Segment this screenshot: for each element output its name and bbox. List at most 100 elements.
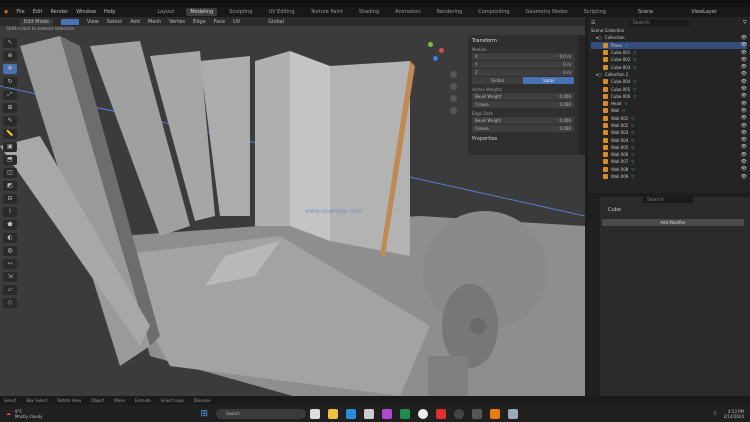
scene-selector[interactable]: Scene <box>638 9 653 15</box>
list-item[interactable]: Cube.005 ▽ 👁 <box>591 85 747 92</box>
menu-help[interactable]: Help <box>104 9 115 15</box>
mode-selector[interactable]: Edit Mode <box>20 18 53 25</box>
tab-animation[interactable]: Animation <box>391 8 425 16</box>
visibility-icon[interactable]: 👁 <box>741 35 747 41</box>
list-item[interactable]: Wall.006 ▽ 👁 <box>591 151 747 158</box>
tab-shading[interactable]: Shading <box>355 8 383 16</box>
taskbar-search[interactable]: Search <box>216 408 307 419</box>
visibility-icon[interactable]: 👁 <box>741 64 747 70</box>
modifier-icon[interactable]: ▽ <box>622 108 625 113</box>
chrome-icon[interactable] <box>418 408 429 419</box>
menu-mesh[interactable]: Mesh <box>148 19 161 25</box>
list-item[interactable]: Wall.002 ▽ 👁 <box>591 122 747 129</box>
modifier-icon[interactable]: ▽ <box>633 79 636 84</box>
visibility-icon[interactable]: 👁 <box>741 108 747 114</box>
menu-vertex[interactable]: Vertex <box>169 19 185 25</box>
tab-scripting[interactable]: Scripting <box>580 8 610 16</box>
extrude-tool-icon[interactable]: ⬒ <box>3 155 17 165</box>
wifi-icon[interactable]: ⌔ <box>713 411 718 417</box>
modifier-icon[interactable]: ▽ <box>631 152 634 157</box>
youtube-icon[interactable] <box>436 408 447 419</box>
notepad-icon[interactable] <box>508 408 519 419</box>
tab-sculpting[interactable]: Sculpting <box>225 8 256 16</box>
visibility-icon[interactable]: 👁 <box>741 86 747 92</box>
visibility-icon[interactable]: 👁 <box>741 166 747 172</box>
scale-tool-icon[interactable]: ⤢ <box>3 90 17 100</box>
modifier-icon[interactable]: ▽ <box>631 130 634 135</box>
properties-header[interactable]: Properties <box>472 136 574 142</box>
list-item[interactable]: Wall.003 ▽ 👁 <box>591 129 747 136</box>
edge-crease-field[interactable]: Crease 0.000 <box>472 125 574 132</box>
y-field[interactable]: Y 0 m <box>472 61 574 68</box>
visibility-icon[interactable]: 👁 <box>741 137 747 143</box>
visibility-icon[interactable]: 👁 <box>741 50 747 56</box>
menu-select[interactable]: Select <box>107 19 122 25</box>
start-icon[interactable]: ⊞ <box>201 409 209 419</box>
transform-tool-icon[interactable]: ⊞ <box>3 103 17 113</box>
annotate-tool-icon[interactable]: ✎ <box>3 116 17 126</box>
camera-icon[interactable] <box>450 95 457 102</box>
collection-row[interactable]: ▾▢ Collection 2 👁 <box>591 71 747 78</box>
list-item[interactable]: Cube.002 ▽ 👁 <box>591 56 747 63</box>
list-item[interactable]: Wall.005 ▽ 👁 <box>591 144 747 151</box>
obs-icon[interactable] <box>454 408 465 419</box>
excel-icon[interactable] <box>400 408 411 419</box>
properties-search[interactable]: Search <box>643 197 693 203</box>
visibility-icon[interactable]: 👁 <box>741 174 747 180</box>
bevel-weight-field[interactable]: Bevel Weight 0.000 <box>472 93 574 100</box>
edge-slide-tool-icon[interactable]: ⇿ <box>3 259 17 269</box>
knife-tool-icon[interactable]: ⌇ <box>3 207 17 217</box>
z-field[interactable]: Z 0 m <box>472 69 574 76</box>
list-item[interactable]: Cube.003 ▽ 👁 <box>591 63 747 70</box>
tab-layout[interactable]: Layout <box>153 8 178 16</box>
task-view-icon[interactable] <box>310 408 321 419</box>
menu-render[interactable]: Render <box>50 9 68 15</box>
outliner-search[interactable]: Search <box>629 20 690 26</box>
list-item[interactable]: Wall.001 ▽ 👁 <box>591 115 747 122</box>
menu-view[interactable]: View <box>87 19 99 25</box>
list-item[interactable]: Cube.001 ▽ 👁 <box>591 49 747 56</box>
cursor-tool-icon[interactable]: ⊕ <box>3 51 17 61</box>
edge-bevel-field[interactable]: Bevel Weight 0.000 <box>472 117 574 124</box>
tab-compositing[interactable]: Compositing <box>474 8 513 16</box>
loop-cut-tool-icon[interactable]: ⊟ <box>3 194 17 204</box>
sidebar-tabs[interactable] <box>578 35 585 155</box>
add-cube-tool-icon[interactable]: ▣ <box>3 142 17 152</box>
move-tool-icon[interactable]: ✥ <box>3 64 17 74</box>
clock-date[interactable]: 2/14/2024 <box>723 414 744 419</box>
list-item[interactable]: Cube.006 ▽ 👁 <box>591 93 747 100</box>
pan-hand-icon[interactable] <box>450 83 457 90</box>
list-item[interactable]: Wall.009 ▽ 👁 <box>591 173 747 180</box>
menu-window[interactable]: Window <box>76 9 96 15</box>
menu-uv[interactable]: UV <box>233 19 240 25</box>
menu-add[interactable]: Add <box>130 19 140 25</box>
store-icon[interactable] <box>364 408 375 419</box>
orientation-selector[interactable]: Global <box>268 19 284 25</box>
grid-icon[interactable] <box>450 107 457 114</box>
list-item[interactable]: Wall.007 ▽ 👁 <box>591 158 747 165</box>
global-button[interactable]: Global <box>472 77 523 84</box>
menu-face[interactable]: Face <box>214 19 225 25</box>
visibility-icon[interactable]: 👁 <box>741 123 747 129</box>
modifier-icon[interactable]: ▽ <box>633 50 636 55</box>
bevel-tool-icon[interactable]: ◩ <box>3 181 17 191</box>
modifier-icon[interactable]: ▽ <box>631 145 634 150</box>
crease-field[interactable]: Crease 0.000 <box>472 101 574 108</box>
x-axis-icon[interactable] <box>439 48 444 53</box>
add-modifier-button[interactable]: Add Modifier <box>602 219 744 226</box>
modifier-icon[interactable]: ▽ <box>631 174 634 179</box>
menu-edit[interactable]: Edit <box>33 9 43 15</box>
menu-file[interactable]: File <box>16 9 24 15</box>
transform-header[interactable]: Transform <box>472 38 574 44</box>
tab-geometry-nodes[interactable]: Geometry Nodes <box>522 8 572 16</box>
shrink-tool-icon[interactable]: ⇲ <box>3 272 17 282</box>
x-field[interactable]: X 0.0 m <box>472 53 574 60</box>
z-axis-icon[interactable] <box>433 56 438 61</box>
inset-tool-icon[interactable]: ◫ <box>3 168 17 178</box>
y-axis-icon[interactable] <box>428 42 433 47</box>
display-mode-icon[interactable]: ☰ <box>591 20 595 26</box>
visibility-icon[interactable]: 👁 <box>741 79 747 85</box>
list-item[interactable]: Wall.008 ▽ 👁 <box>591 166 747 173</box>
visibility-icon[interactable]: 👁 <box>741 57 747 63</box>
list-item[interactable]: Plane ▽ 👁 <box>591 41 747 49</box>
